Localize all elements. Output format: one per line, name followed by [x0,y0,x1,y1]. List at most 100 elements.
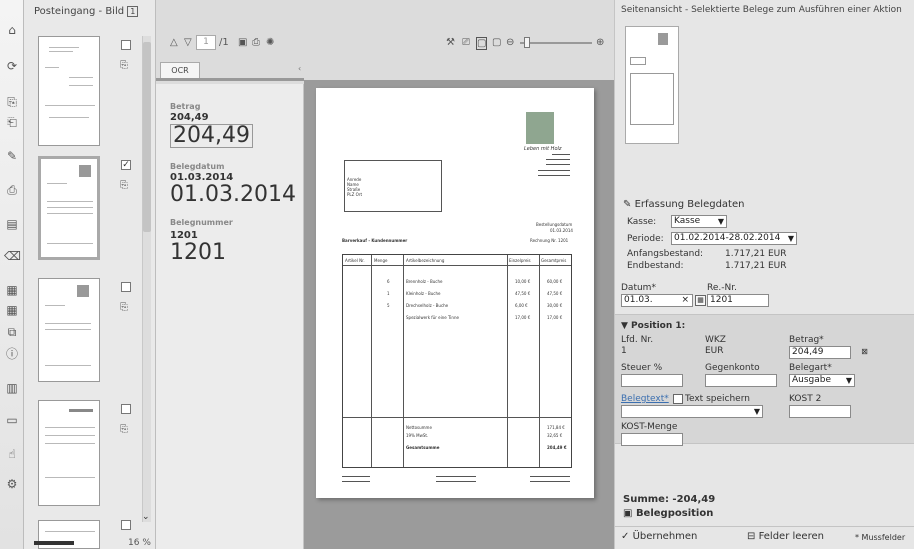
zoom-out-icon[interactable]: ⊖ [506,37,514,48]
logo-text: Leben mit Holz [524,146,562,152]
calendar-icon[interactable]: ▦ [695,295,706,306]
tab-bar-line [156,78,304,81]
gegenkonto-label: Gegenkonto [705,363,760,373]
thumbnail-checkbox[interactable] [121,40,131,50]
anfangsbestand-label: Anfangsbestand: [627,249,704,259]
table-cell: 5 [387,303,390,308]
belegart-select[interactable]: Ausgabe ▼ [789,374,855,387]
steuer-label: Steuer % [621,363,663,373]
thumbnail-checkbox[interactable] [121,520,131,530]
single-page-icon[interactable]: ▢ [492,37,501,48]
erfassung-header: ✎ Erfassung Belegdaten [623,199,744,210]
datum-input[interactable]: 01.03. × [621,294,693,307]
gegenkonto-input[interactable] [705,374,777,387]
chevron-down-icon: ▼ [753,407,760,416]
fit-page-icon[interactable]: ⎚ [462,37,470,48]
periode-value: 01.02.2014-28.02.2014 [674,233,781,243]
thumbnail-checkbox[interactable] [121,404,131,414]
zoom-slider-handle[interactable] [524,37,530,48]
uebernehmen-label: Übernehmen [632,531,698,542]
zoom-in-icon[interactable]: ⊕ [596,37,604,48]
collapse-icon[interactable]: ‹ [298,64,301,73]
table-cell: 10,00 € [515,279,531,284]
table-cell: 6 [387,279,390,284]
paste-icon[interactable]: ⎗ [4,114,20,130]
settings-icon[interactable]: ✺ [266,37,274,48]
gear-icon[interactable]: ⌂ [4,22,20,38]
table-header: Menge [374,258,388,263]
page-thumbnail[interactable] [38,36,100,146]
id-icon[interactable]: ▥ [4,380,20,396]
belegposition-button[interactable]: ▣ Belegposition [623,508,713,519]
zoom-slider[interactable] [520,37,592,48]
kostmenge-input[interactable] [621,433,683,446]
belegtext-link[interactable]: Belegtext* [621,394,669,404]
page-icon[interactable]: ▤ [4,216,20,232]
clear-icon[interactable]: × [681,295,689,306]
scroll-down-icon[interactable]: ⌄ [142,512,150,522]
thumbnail-action-icon[interactable]: ⎘ [120,60,132,72]
refresh-icon[interactable]: ⟳ [4,58,20,74]
ocr-belegnummer-value[interactable]: 1201 [170,242,226,264]
erase-icon[interactable]: ⌫ [4,248,21,264]
thumbnail-logo [77,285,89,297]
table-cell: Spezialwerk für eine Tinne [406,315,459,320]
table-cell: 17,00 € [515,315,531,320]
zoom-slider[interactable] [34,541,74,545]
page-number-input[interactable]: 1 [196,35,216,50]
table-cell: 1 [387,291,390,296]
info-icon[interactable]: ⓘ [4,346,20,362]
uebernehmen-button[interactable]: ✓ Übernehmen [621,531,697,542]
copy-icon[interactable]: ⎘ [4,94,20,110]
kost2-input[interactable] [789,405,851,418]
calculator-icon[interactable]: ⊠ [859,347,870,358]
belegart-label: Belegart* [789,363,832,373]
belegtext-select[interactable]: ▼ [621,405,763,418]
periode-select[interactable]: 01.02.2014-28.02.2014 ▼ [671,232,797,245]
datum-label: Datum* [621,283,656,293]
save-icon[interactable]: ▣ [238,37,247,48]
page-thumbnail[interactable] [38,400,100,506]
grid-icon[interactable]: ▦ [4,282,20,298]
merge-icon[interactable]: ⧉ [4,324,20,340]
table-col-line [539,255,540,467]
thumbnail-action-icon[interactable]: ⎘ [120,302,132,314]
thumbnail-checkbox-checked[interactable]: ✓ [121,160,131,170]
thumbnail-action-icon[interactable]: ⎘ [120,424,132,436]
table-cell: Kleinholz - Buche [406,291,441,296]
thumbnail-scrollbar[interactable] [142,36,151,522]
scrollbar-thumb[interactable] [143,42,151,232]
tools-icon[interactable]: ⚒ [446,37,455,48]
betrag-input[interactable]: 204,49 [789,346,851,359]
position-title[interactable]: ▼ Position 1: [621,321,685,331]
table-cell: 17,00 € [547,315,563,320]
sum-label: Nettosumme [406,425,432,430]
next-page-icon[interactable]: ▽ [184,37,192,48]
settings-icon[interactable]: ⚙ [4,476,20,492]
thumbnail-action-icon[interactable]: ⎘ [120,180,132,192]
table-cell: Brennholz - Buche [406,279,443,284]
thumbnail-checkbox[interactable] [121,282,131,292]
kasse-select[interactable]: Kasse ▼ [671,215,727,228]
tray-icon[interactable]: ▭ [4,412,20,428]
page-thumbnail-selected[interactable] [38,156,100,260]
kasse-value: Kasse [674,216,701,226]
felder-leeren-button[interactable]: ⊟ Felder leeren [747,531,824,542]
prev-page-icon[interactable]: △ [170,37,178,48]
text-speichern-checkbox[interactable] [673,394,683,404]
page-preview[interactable] [625,26,679,144]
print-icon[interactable]: ⎙ [4,182,20,198]
ocr-betrag-value[interactable]: 204,49 [170,124,253,148]
table-header: Artikelbezeichnung [406,258,445,263]
print-icon[interactable]: ⎙ [252,37,260,48]
page-thumbnail[interactable] [38,278,100,382]
ocr-belegdatum-value[interactable]: 01.03.2014 [170,184,296,206]
hand-icon[interactable]: ☝ [4,446,20,462]
fit-width-icon[interactable]: ▢ [476,37,488,50]
renr-label: Re.-Nr. [707,283,737,293]
tab-ocr[interactable]: OCR [160,62,200,79]
renr-input[interactable]: 1201 [707,294,769,307]
steuer-input[interactable] [621,374,683,387]
edit-icon[interactable]: ✎ [4,148,20,164]
grid2-icon[interactable]: ▦ [4,302,20,318]
